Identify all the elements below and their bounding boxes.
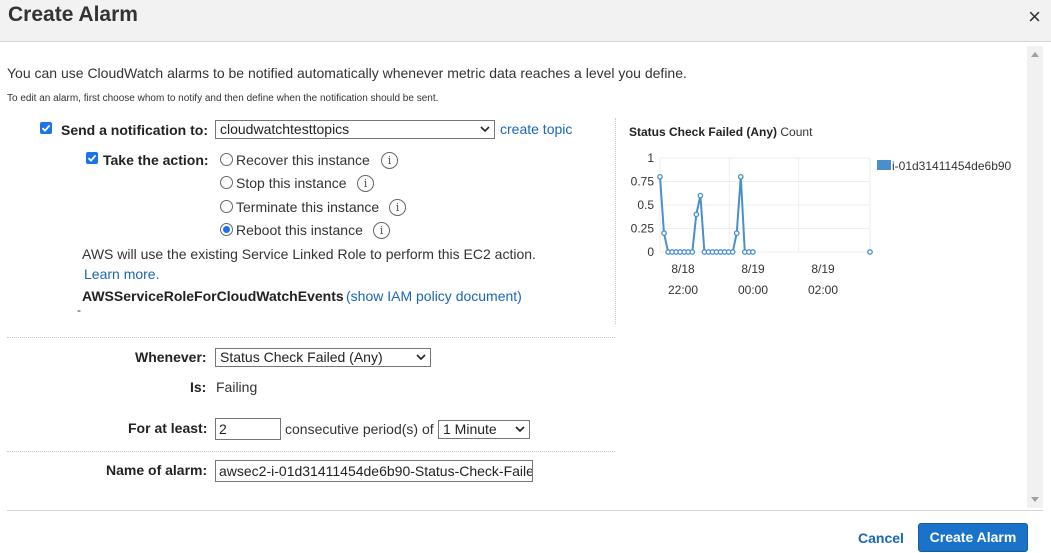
chart-title: Status Check Failed (Any) Count <box>629 125 812 139</box>
option-recover-label: Recover this instance <box>236 152 370 168</box>
instruction-note: To edit an alarm, first choose whom to n… <box>7 93 439 104</box>
footer-divider <box>7 510 1043 511</box>
service-role-note: AWS will use the existing Service Linked… <box>82 246 536 262</box>
metric-value: Status Check Failed (Any) <box>220 349 383 365</box>
dialog-title: Create Alarm <box>8 3 138 26</box>
info-icon[interactable]: i <box>381 152 398 169</box>
option-stop-label: Stop this instance <box>236 175 347 191</box>
option-terminate-label: Terminate this instance <box>236 199 380 215</box>
scrollbar[interactable] <box>1027 46 1043 508</box>
y-tick-label: 0.75 <box>631 175 655 189</box>
y-tick-label: 0 <box>647 245 654 259</box>
alarm-name-input[interactable]: awsec2-i-01d31411454de6b90-Status-Check-… <box>215 460 533 482</box>
data-point <box>729 249 736 255</box>
data-point <box>689 249 696 255</box>
topic-value: cloudwatchtesttopics <box>220 121 350 137</box>
topic-select[interactable]: cloudwatchtesttopics <box>215 120 495 139</box>
chart-metric: Status Check Failed (Any) <box>629 125 778 139</box>
data-point <box>737 173 744 180</box>
y-tick-label: 1 <box>647 151 654 165</box>
series-line <box>659 176 753 253</box>
data-point <box>867 249 873 255</box>
radio-recover[interactable] <box>220 153 233 166</box>
radio-terminate[interactable] <box>220 200 233 213</box>
is-label: Is: <box>190 379 207 395</box>
chevron-down-icon <box>416 354 426 361</box>
y-tick-label: 0.5 <box>637 198 654 212</box>
chevron-down-icon <box>480 126 490 133</box>
legend-swatch <box>877 160 891 170</box>
action-checkbox[interactable] <box>86 152 98 164</box>
radio-reboot[interactable] <box>220 223 233 236</box>
alarm-name-label: Name of alarm: <box>106 462 208 478</box>
close-icon[interactable]: × <box>1028 4 1041 30</box>
for-at-least-label: For at least: <box>128 420 208 436</box>
x-tick-date: 8/18 <box>671 262 695 276</box>
radio-stop[interactable] <box>220 176 233 189</box>
period-select[interactable]: 1 Minute <box>438 420 530 439</box>
period-value: 1 Minute <box>443 421 497 437</box>
learn-more-link[interactable]: Learn more. <box>84 266 159 282</box>
create-topic-link[interactable]: create topic <box>500 121 572 137</box>
y-tick-label: 0.25 <box>631 222 655 236</box>
info-icon[interactable]: i <box>357 175 374 192</box>
scroll-up-icon[interactable] <box>1031 52 1039 57</box>
data-point <box>733 230 740 237</box>
cancel-button[interactable]: Cancel <box>858 530 904 546</box>
x-tick-time: 22:00 <box>668 283 698 297</box>
chevron-down-icon <box>515 426 525 433</box>
data-point <box>661 230 667 237</box>
whenever-label: Whenever: <box>135 349 207 365</box>
legend-label: i-01d31411454de6b90 <box>892 159 1012 173</box>
dash-mark: - <box>77 303 81 317</box>
show-policy-link[interactable]: (show IAM policy document) <box>346 288 522 304</box>
data-point <box>697 192 704 199</box>
periods-text: consecutive period(s) of <box>285 421 434 437</box>
info-icon[interactable]: i <box>373 222 390 239</box>
is-value: Failing <box>216 379 258 395</box>
metric-select[interactable]: Status Check Failed (Any) <box>215 348 431 367</box>
data-point <box>657 173 663 180</box>
section-divider <box>7 451 615 452</box>
section-divider <box>7 337 615 338</box>
action-label: Take the action: <box>103 152 209 168</box>
data-point <box>750 249 756 255</box>
intro-text: You can use CloudWatch alarms to be noti… <box>7 65 687 81</box>
data-point <box>693 211 700 218</box>
periods-input[interactable]: 2 <box>215 418 281 440</box>
scroll-down-icon[interactable] <box>1031 497 1039 502</box>
metric-chart: 1 0.75 0.5 0.25 0 8/18 22:00 8/19 00:00 8/19 02:00… <box>631 151 1012 297</box>
option-reboot-label: Reboot this instance <box>236 222 363 238</box>
x-tick-date: 8/19 <box>741 262 765 276</box>
create-alarm-button[interactable]: Create Alarm <box>918 523 1028 552</box>
dialog-header: Create Alarm × <box>0 0 1051 42</box>
notification-label: Send a notification to: <box>61 122 208 138</box>
chart-unit: Count <box>780 125 813 139</box>
x-tick-time: 02:00 <box>808 283 838 297</box>
x-tick-time: 00:00 <box>738 283 768 297</box>
info-icon[interactable]: i <box>389 199 406 216</box>
role-name: AWSServiceRoleForCloudWatchEvents <box>82 288 344 304</box>
x-tick-date: 8/19 <box>811 262 835 276</box>
notification-checkbox[interactable] <box>40 122 52 134</box>
